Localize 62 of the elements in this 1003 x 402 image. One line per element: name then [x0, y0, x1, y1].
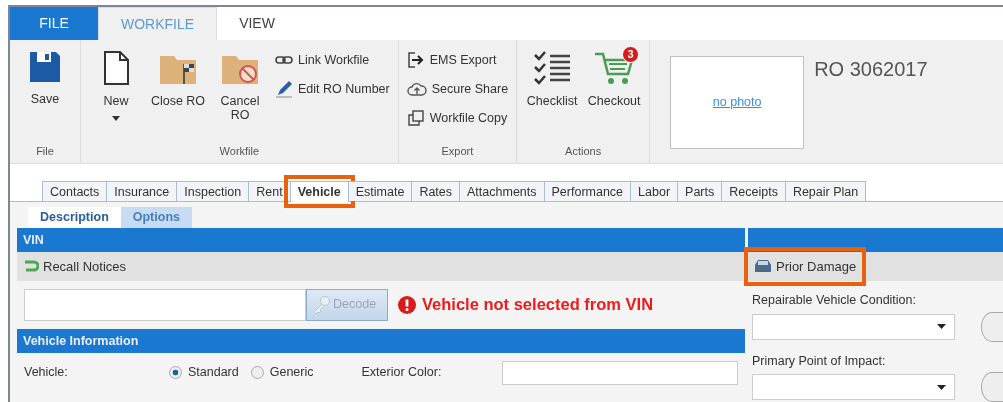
section-header: VIN	[17, 227, 745, 252]
ribbon-button[interactable]: New	[87, 46, 145, 143]
alert-icon	[398, 295, 416, 314]
color-field[interactable]	[501, 360, 738, 385]
dropdown-field[interactable]	[752, 313, 955, 340]
ribbon-button[interactable]: Cancel RO	[211, 46, 269, 143]
tab[interactable]: Inspection	[176, 181, 250, 201]
radio-option[interactable]: Standard	[169, 363, 239, 383]
caret-icon	[937, 384, 946, 390]
recall-button[interactable]: Recall Notices	[21, 254, 129, 278]
ribbon-button[interactable]: Link Workfile	[273, 48, 392, 73]
photo-link[interactable]: no photo	[712, 93, 762, 112]
section-header: Vehicle Information	[17, 328, 745, 353]
document-icon	[101, 50, 131, 86]
key-icon	[311, 294, 331, 315]
ribbon-button[interactable]: Save	[16, 46, 74, 143]
ribbon-button[interactable]: Checklist	[523, 46, 582, 143]
prior-damage-button[interactable]: Prior Damage	[752, 254, 859, 278]
copy-icon	[406, 108, 425, 127]
tab[interactable]: Performance	[543, 181, 632, 201]
tab[interactable]: Estimate	[347, 181, 413, 201]
group-label: Workfile	[218, 143, 261, 159]
field-label: Repairable Vehicle Condition:	[751, 291, 917, 309]
file-menu-tab[interactable]: FILE	[10, 7, 98, 40]
ribbon-button[interactable]: Edit RO Number	[273, 76, 392, 102]
ribbon-button[interactable]: Checkout 3	[585, 46, 644, 143]
group-label: File	[35, 143, 55, 159]
ribbon-button[interactable]: Workfile Copy	[404, 105, 511, 131]
tab[interactable]: Attachments	[459, 181, 545, 201]
tab[interactable]: Insurance	[106, 181, 178, 201]
round-button[interactable]	[981, 311, 1003, 342]
field-label: Exterior Color:	[361, 364, 443, 382]
radio-option[interactable]: Generic	[250, 363, 314, 383]
round-button[interactable]	[981, 372, 1003, 402]
caret-icon	[937, 324, 946, 329]
ribbon-button[interactable]: Close RO	[149, 46, 207, 143]
save-icon	[28, 50, 62, 84]
ro-title: RO 3062017	[814, 57, 928, 82]
vin-field[interactable]	[24, 288, 306, 321]
group-label: Actions	[564, 143, 603, 159]
tab[interactable]: Parts	[677, 181, 723, 201]
tab[interactable]: Contacts	[42, 181, 108, 201]
export-icon	[406, 51, 425, 70]
car-icon	[754, 259, 772, 274]
ribbon-button[interactable]: EMS Export	[404, 48, 511, 73]
tab[interactable]: Labor	[630, 181, 679, 201]
tab[interactable]: Rates	[411, 181, 461, 201]
cloud-icon	[406, 81, 427, 98]
sub-tab[interactable]: Description	[28, 207, 121, 228]
warning-text: Vehicle not selected from VIN	[422, 294, 654, 316]
link-icon	[275, 55, 293, 66]
count-badge: 3	[622, 46, 640, 63]
tab[interactable]: Rent	[248, 181, 291, 201]
ribbon-button[interactable]: Secure Share	[404, 76, 511, 102]
tab[interactable]: Receipts	[721, 181, 786, 201]
field-label: Vehicle:	[24, 364, 69, 382]
checklist-icon	[532, 50, 573, 86]
tab[interactable]: Repair Plan	[784, 181, 867, 201]
field-label: Primary Point of Impact:	[751, 352, 887, 370]
group-label: Export	[440, 143, 475, 159]
pencil-icon	[275, 80, 293, 99]
dropdown-field[interactable]	[752, 374, 955, 401]
